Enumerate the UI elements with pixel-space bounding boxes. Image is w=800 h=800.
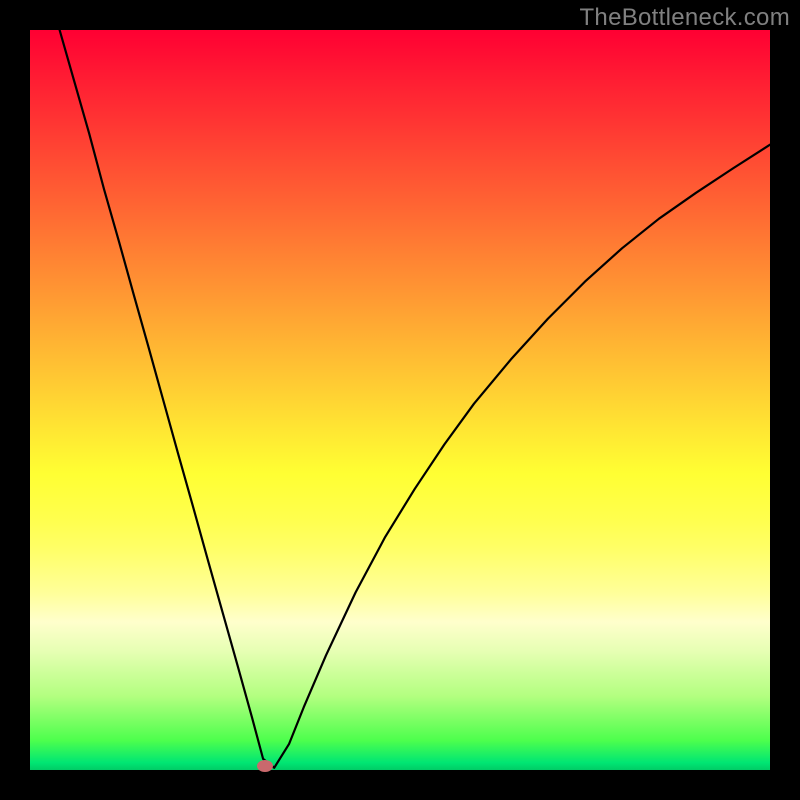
- bottleneck-curve: [30, 30, 770, 770]
- plot-area: [30, 30, 770, 770]
- optimal-point-marker: [257, 760, 273, 772]
- watermark-text: TheBottleneck.com: [579, 4, 790, 32]
- chart-frame: TheBottleneck.com: [0, 0, 800, 800]
